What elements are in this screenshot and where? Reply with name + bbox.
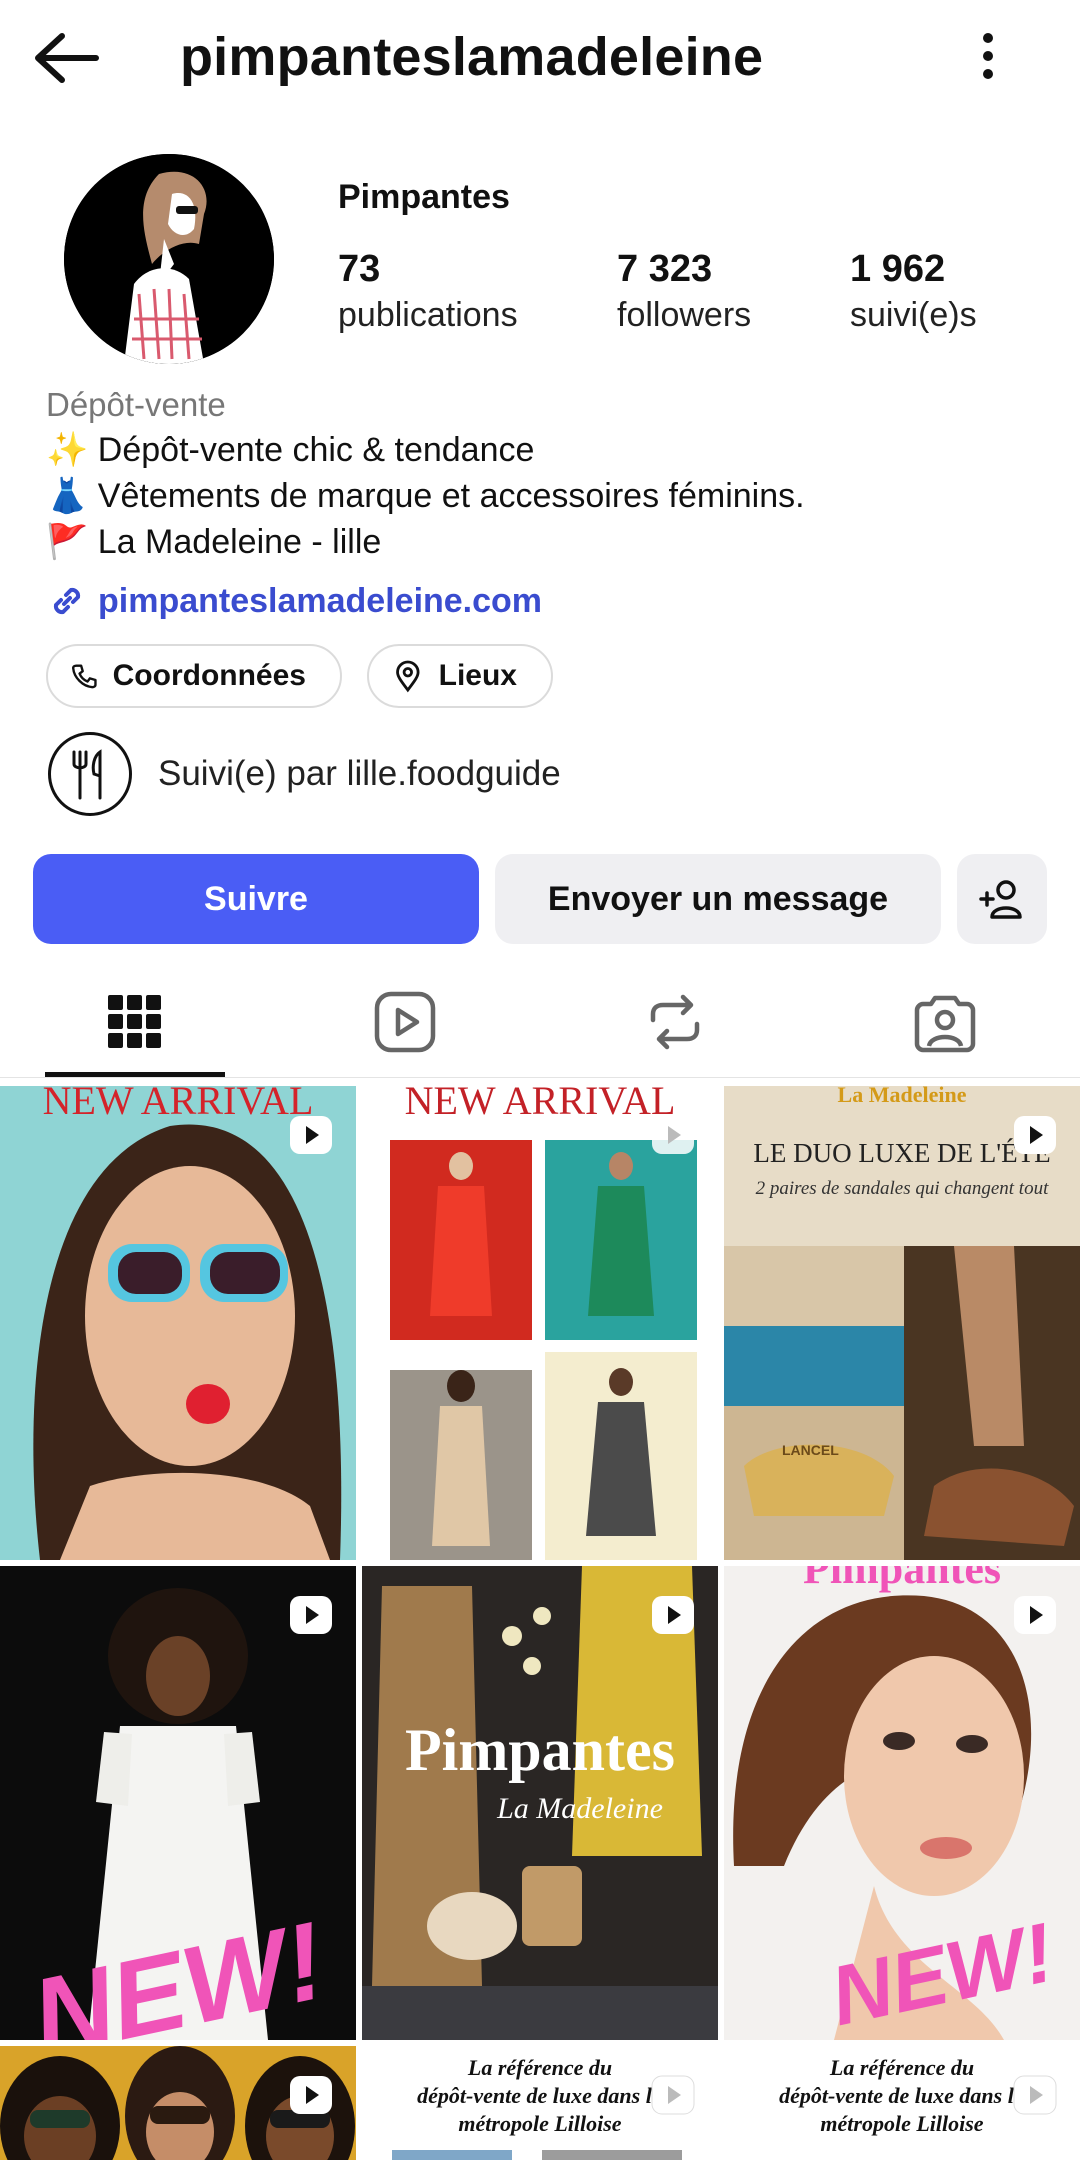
grid-post-6[interactable]: Pimpantes NEW! [724, 1566, 1080, 2040]
link-icon [53, 587, 81, 615]
post-image-strip [542, 2150, 682, 2160]
bio-line-2: 👗 Vêtements de marque et accessoires fém… [46, 476, 805, 516]
repost-icon [650, 994, 700, 1050]
grid-post-7[interactable] [0, 2046, 356, 2160]
tabs-divider [0, 1077, 1080, 1078]
post-image-strip [392, 2150, 512, 2160]
stat-publications-count[interactable]: 73 [338, 248, 380, 291]
bio-text: Vêtements de marque et accessoires fémin… [97, 477, 805, 515]
tab-reposts[interactable] [540, 972, 810, 1072]
tab-posts-grid[interactable] [0, 972, 270, 1072]
stat-following-count[interactable]: 1 962 [850, 248, 945, 291]
reel-badge-icon [651, 2075, 695, 2115]
post-overlay-text: Pimpantes [803, 1566, 1001, 1593]
post-title: Pimpantes [405, 1717, 675, 1783]
follow-button[interactable]: Suivre [33, 854, 479, 944]
grid-post-5[interactable]: Pimpantes La Madeleine [362, 1566, 718, 2040]
location-pin-icon [396, 660, 420, 693]
more-vertical-icon [983, 33, 993, 79]
post-overlay-text: La Madeleine [837, 1086, 967, 1107]
post-image-dress-collage [362, 1086, 718, 1560]
post-overlay-text: NEW ARRIVAL [42, 1086, 314, 1123]
location-chip[interactable]: Lieux [367, 644, 553, 708]
dress-emoji: 👗 [46, 477, 89, 515]
fork-knife-icon [72, 749, 102, 800]
bio-line-1: ✨ Dépôt-vente chic & tendance [46, 430, 534, 470]
reel-badge-icon [290, 1116, 332, 1154]
sparkles-emoji: ✨ [46, 431, 89, 469]
grid-post-9[interactable]: La référence du dépôt-vente de luxe dans… [724, 2046, 1080, 2160]
reel-badge-icon [290, 2076, 332, 2114]
grid-post-4[interactable]: NEW! [0, 1566, 356, 2040]
reel-badge-icon [652, 1596, 694, 1634]
profile-display-name: Pimpantes [338, 178, 510, 216]
reels-icon [374, 991, 436, 1053]
suggested-accounts-button[interactable] [957, 854, 1047, 944]
send-message-button[interactable]: Envoyer un message [495, 854, 941, 944]
flag-emoji: 🚩 [46, 523, 89, 561]
tab-tagged[interactable] [810, 972, 1080, 1072]
profile-avatar[interactable] [64, 154, 274, 364]
followed-by-text[interactable]: Suivi(e) par lille.foodguide [158, 754, 561, 794]
phone-icon [71, 664, 97, 689]
grid-post-2[interactable]: NEW ARRIVAL [362, 1086, 718, 1560]
grid-post-3[interactable]: La Madeleine LE DUO LUXE DE L'ÉTÉ 2 pair… [724, 1086, 1080, 1560]
post-overlay-text: NEW ARRIVAL [404, 1086, 676, 1123]
stat-following-label[interactable]: suivi(e)s [850, 296, 977, 335]
stat-publications-label[interactable]: publications [338, 296, 518, 335]
fashion-illustration-logo [64, 154, 274, 364]
profile-link-text[interactable]: pimpanteslamadeleine.com [98, 582, 542, 621]
post-brand-text: LANCEL [782, 1442, 839, 1458]
bio-line-3: 🚩 La Madeleine - lille [46, 522, 381, 562]
contact-chip-label: Coordonnées [112, 659, 306, 692]
mutual-follower-avatar[interactable] [48, 732, 132, 816]
stat-followers-count[interactable]: 7 323 [617, 248, 712, 291]
profile-link[interactable]: pimpanteslamadeleine.com [46, 578, 542, 624]
tagged-icon [914, 995, 976, 1053]
reel-badge-icon [1014, 1116, 1056, 1154]
add-person-icon [979, 880, 1022, 919]
post-image-sunglasses-portrait [0, 1086, 356, 1560]
reel-badge-icon [652, 1116, 694, 1154]
bio-text: La Madeleine - lille [97, 523, 382, 561]
more-options-button[interactable] [960, 28, 1020, 88]
profile-category: Dépôt-vente [46, 386, 226, 423]
bio-text: Dépôt-vente chic & tendance [97, 431, 535, 469]
reel-badge-icon [1013, 2075, 1057, 2115]
grid-post-8[interactable]: La référence du dépôt-vente de luxe dans… [362, 2046, 718, 2160]
location-chip-label: Lieux [438, 659, 517, 692]
profile-username: pimpanteslamadeleine [180, 27, 764, 87]
reel-badge-icon [290, 1596, 332, 1634]
contact-chip[interactable]: Coordonnées [46, 644, 342, 708]
grid-icon [108, 995, 161, 1048]
post-subheadline: 2 paires de sandales qui changent tout [755, 1178, 1049, 1199]
arrow-left-icon [35, 33, 99, 83]
grid-post-1[interactable]: NEW ARRIVAL [0, 1086, 356, 1560]
back-button[interactable] [30, 28, 100, 88]
post-subtitle: La Madeleine [497, 1792, 663, 1825]
tab-reels[interactable] [270, 972, 540, 1072]
stat-followers-label[interactable]: followers [617, 296, 751, 335]
reel-badge-icon [1014, 1596, 1056, 1634]
